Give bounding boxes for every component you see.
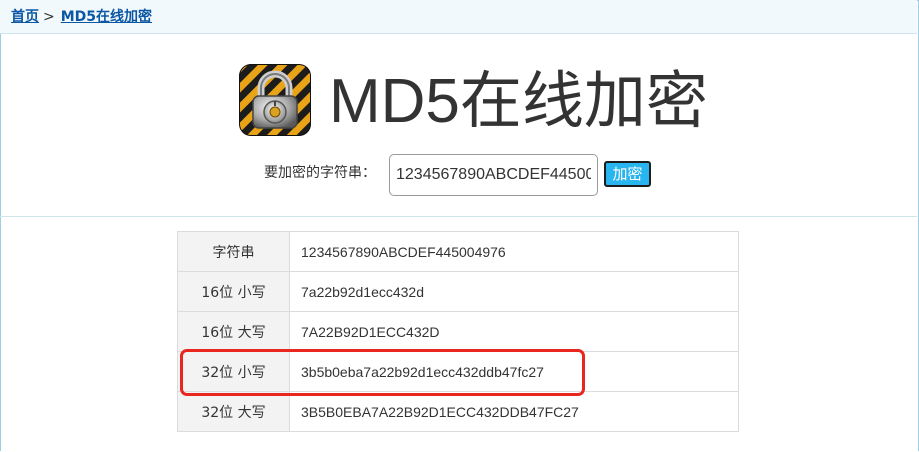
table-row: 字符串 1234567890ABCDEF445004976 xyxy=(177,231,739,272)
input-label: 要加密的字符串： xyxy=(264,165,376,181)
row-value-string: 1234567890ABCDEF445004976 xyxy=(289,231,739,272)
page-title: MD5在线加密 xyxy=(329,67,708,136)
row-value-16-upper: 7A22B92D1ECC432D xyxy=(289,311,739,352)
row-label-32-lower: 32位 小写 xyxy=(177,351,290,392)
breadcrumb-separator: > xyxy=(43,9,55,25)
encrypt-button[interactable]: 加密 xyxy=(604,161,651,187)
padlock-icon xyxy=(239,64,311,136)
table-row: 32位 小写 3b5b0eba7a22b92d1ecc432ddb47fc27 xyxy=(177,351,739,392)
hero-section: MD5在线加密 要加密的字符串： 加密 xyxy=(0,35,917,216)
row-label-16-lower: 16位 小写 xyxy=(177,271,290,312)
row-label-16-upper: 16位 大写 xyxy=(177,311,290,352)
row-value-32-lower: 3b5b0eba7a22b92d1ecc432ddb47fc27 xyxy=(289,351,739,392)
row-value-32-upper: 3B5B0EBA7A22B92D1ECC432DDB47FC27 xyxy=(289,391,739,432)
table-row: 16位 小写 7a22b92d1ecc432d xyxy=(177,271,739,312)
section-divider xyxy=(0,216,917,217)
breadcrumb-home-link[interactable]: 首页 xyxy=(11,9,39,25)
row-label-32-upper: 32位 大写 xyxy=(177,391,290,432)
string-input[interactable] xyxy=(389,154,598,196)
row-label-string: 字符串 xyxy=(177,231,290,272)
row-value-16-lower: 7a22b92d1ecc432d xyxy=(289,271,739,312)
table-row: 16位 大写 7A22B92D1ECC432D xyxy=(177,311,739,352)
breadcrumb-current-link[interactable]: MD5在线加密 xyxy=(61,9,152,25)
table-row: 32位 大写 3B5B0EBA7A22B92D1ECC432DDB47FC27 xyxy=(177,391,739,432)
breadcrumb: 首页 > MD5在线加密 xyxy=(0,0,917,34)
results-table: 字符串 1234567890ABCDEF445004976 16位 小写 7a2… xyxy=(177,231,739,432)
